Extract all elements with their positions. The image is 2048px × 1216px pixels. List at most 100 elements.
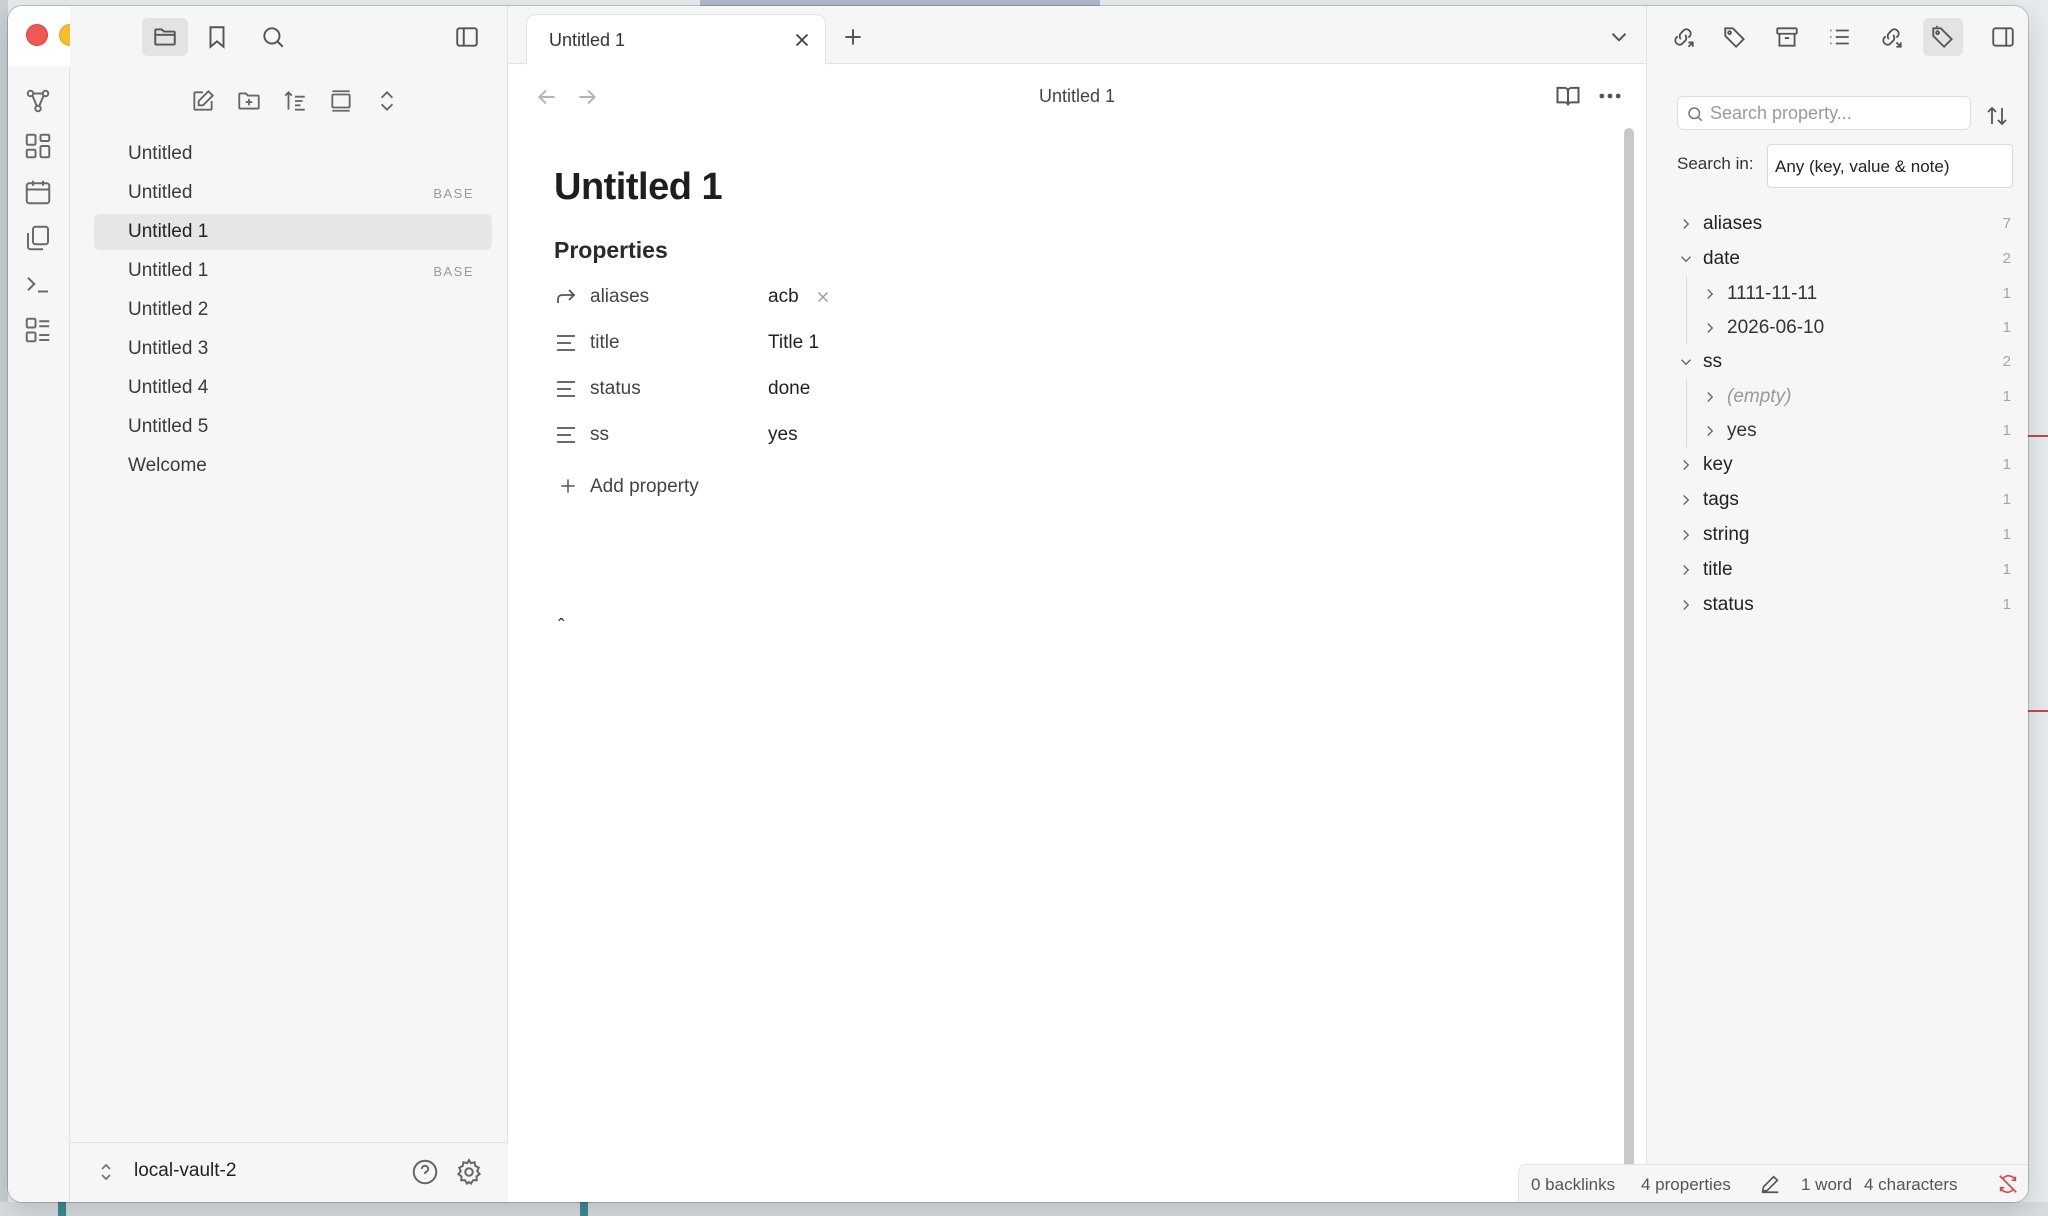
- properties-tab[interactable]: [1923, 18, 1963, 56]
- sort-order-button[interactable]: [278, 84, 312, 118]
- chevron-down-icon[interactable]: [1677, 353, 1695, 371]
- terminal-icon[interactable]: [23, 269, 53, 299]
- app-window: Untitled Untitled BASE Untitled 1 Untitle…: [8, 6, 2028, 1202]
- help-button[interactable]: [410, 1157, 440, 1187]
- property-row-ss[interactable]: ss yes: [554, 412, 1534, 458]
- new-folder-button[interactable]: [232, 84, 266, 118]
- property-key[interactable]: title: [590, 332, 620, 354]
- tab-untitled-1[interactable]: Untitled 1: [526, 14, 826, 65]
- chevron-right-icon[interactable]: [1677, 456, 1695, 474]
- tree-item-status[interactable]: status 1: [1647, 587, 2028, 622]
- chevron-right-icon[interactable]: [1677, 491, 1695, 509]
- file-item-active[interactable]: Untitled 1: [94, 214, 492, 250]
- backlinks-count[interactable]: 0 backlinks: [1531, 1175, 1615, 1195]
- more-options-button[interactable]: [1596, 82, 1624, 110]
- new-note-button[interactable]: [186, 84, 220, 118]
- chevron-right-icon[interactable]: [1677, 561, 1695, 579]
- settings-button[interactable]: [454, 1157, 484, 1187]
- file-item[interactable]: Untitled BASE: [94, 175, 492, 211]
- auto-reveal-button[interactable]: [324, 84, 358, 118]
- search-in-select[interactable]: Any (key, value & note): [1767, 144, 2013, 188]
- tree-item-date-value[interactable]: 1111-11-11 1: [1647, 276, 2028, 310]
- tree-item-tags[interactable]: tags 1: [1647, 482, 2028, 517]
- tags-tab[interactable]: [1715, 18, 1755, 56]
- new-tab-button[interactable]: [840, 24, 866, 50]
- toggle-left-sidebar-button[interactable]: [444, 18, 490, 56]
- note-body-text[interactable]: ˆ: [554, 616, 1534, 639]
- vault-name[interactable]: local-vault-2: [134, 1160, 236, 1182]
- outgoing-links-tab[interactable]: [1871, 18, 1911, 56]
- help-icon: [412, 1159, 438, 1185]
- tree-item-string[interactable]: string 1: [1647, 517, 2028, 552]
- vault-switcher-button[interactable]: [94, 1160, 118, 1184]
- properties-count[interactable]: 4 properties: [1641, 1175, 1731, 1195]
- property-sort-button[interactable]: [1985, 104, 2009, 128]
- chevron-right-icon[interactable]: [1677, 596, 1695, 614]
- property-row-title[interactable]: title Title 1: [554, 320, 1534, 366]
- tree-item-date-value[interactable]: 2026-06-10 1: [1647, 310, 2028, 344]
- copy-icon[interactable]: [23, 223, 53, 253]
- property-key[interactable]: ss: [590, 424, 609, 446]
- add-property-button[interactable]: Add property: [554, 466, 1534, 506]
- chevron-right-icon[interactable]: [1677, 526, 1695, 544]
- bookmarks-tab-button[interactable]: [194, 18, 240, 56]
- search-tab-button[interactable]: [250, 18, 296, 56]
- tree-item-title[interactable]: title 1: [1647, 552, 2028, 587]
- chevron-right-icon[interactable]: [1701, 422, 1719, 440]
- backlinks-tab[interactable]: [1663, 18, 1703, 56]
- file-item[interactable]: Untitled 2: [94, 292, 492, 328]
- file-item[interactable]: Untitled: [94, 136, 492, 172]
- file-item[interactable]: Untitled 3: [94, 331, 492, 367]
- property-key[interactable]: status: [590, 378, 641, 400]
- file-item[interactable]: Untitled 4: [94, 370, 492, 406]
- link-outgoing-icon: [1882, 28, 1902, 48]
- expand-collapse-button[interactable]: [370, 84, 404, 118]
- file-item[interactable]: Untitled 1 BASE: [94, 253, 492, 289]
- tree-item-key[interactable]: key 1: [1647, 447, 2028, 482]
- property-value[interactable]: acb: [768, 286, 799, 308]
- editor-scrollbar[interactable]: [1624, 128, 1634, 1168]
- property-value[interactable]: yes: [768, 424, 798, 446]
- chevron-down-icon[interactable]: [1677, 250, 1695, 268]
- tree-item-aliases[interactable]: aliases 7: [1647, 206, 2028, 241]
- file-name: Untitled 3: [128, 338, 209, 359]
- property-value[interactable]: Title 1: [768, 332, 819, 354]
- file-badge: BASE: [433, 185, 474, 201]
- file-item[interactable]: Untitled 5: [94, 409, 492, 445]
- file-item[interactable]: Welcome: [94, 448, 492, 484]
- tab-list-button[interactable]: [1606, 24, 1632, 50]
- tree-item-ss[interactable]: ss 2: [1647, 344, 2028, 379]
- chevron-right-icon[interactable]: [1701, 388, 1719, 406]
- toggle-right-sidebar-button[interactable]: [1983, 18, 2023, 56]
- bases-icon[interactable]: [23, 315, 53, 345]
- close-tab-button[interactable]: [791, 29, 813, 51]
- graph-icon[interactable]: [23, 86, 53, 116]
- chevron-right-icon[interactable]: [1701, 319, 1719, 337]
- sync-status-button[interactable]: [1997, 1173, 2019, 1195]
- reading-view-button[interactable]: [1554, 82, 1582, 110]
- property-row-aliases[interactable]: aliases acb: [554, 274, 1534, 320]
- canvas-icon[interactable]: [23, 131, 53, 161]
- tree-item-ss-value[interactable]: (empty) 1: [1647, 379, 2028, 413]
- chevron-right-icon[interactable]: [1701, 285, 1719, 303]
- outline-tab[interactable]: [1819, 18, 1859, 56]
- properties-heading[interactable]: Properties: [554, 237, 1534, 264]
- tree-item-date[interactable]: date 2: [1647, 241, 2028, 276]
- note-title[interactable]: Untitled 1: [554, 166, 1534, 209]
- close-window-button[interactable]: [26, 24, 48, 46]
- property-key[interactable]: aliases: [590, 286, 649, 308]
- sort-updown-icon: [1987, 106, 2007, 126]
- tree-item-ss-value[interactable]: yes 1: [1647, 413, 2028, 447]
- editing-mode-button[interactable]: [1759, 1173, 1781, 1195]
- property-row-status[interactable]: status done: [554, 366, 1534, 412]
- chevron-right-icon[interactable]: [1677, 215, 1695, 233]
- left-ribbon: [8, 66, 70, 1202]
- right-sidebar: Search in: Any (key, value & note) alias…: [1646, 6, 2028, 1202]
- archive-tab[interactable]: [1767, 18, 1807, 56]
- property-value[interactable]: done: [768, 378, 810, 400]
- files-tab-button[interactable]: [142, 18, 188, 56]
- view-title[interactable]: Untitled 1: [508, 86, 1646, 107]
- property-search-input[interactable]: [1710, 100, 1960, 126]
- calendar-icon[interactable]: [23, 177, 53, 207]
- remove-alias-button[interactable]: [814, 288, 832, 306]
